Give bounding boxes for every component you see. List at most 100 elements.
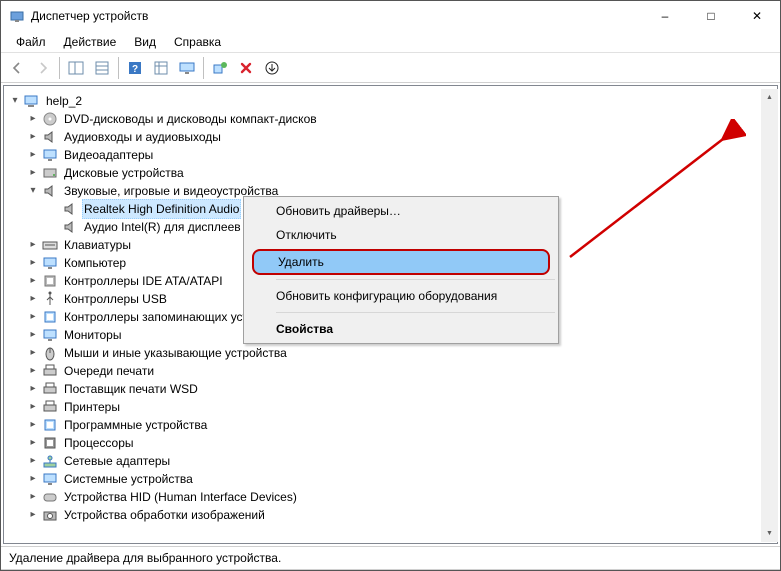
vertical-scrollbar[interactable]: ▲ ▼	[761, 89, 778, 542]
status-text: Удаление драйвера для выбранного устройс…	[9, 551, 281, 565]
expand-icon[interactable]: ▸	[26, 508, 40, 522]
scroll-up-button[interactable]: ▲	[761, 89, 778, 106]
category-software[interactable]: ▸ Программные устройства	[26, 416, 773, 434]
category-label: Принтеры	[62, 398, 122, 416]
separator	[59, 57, 60, 79]
category-printer[interactable]: ▸ Принтеры	[26, 398, 773, 416]
menu-view[interactable]: Вид	[125, 33, 165, 51]
category-dvd[interactable]: ▸ DVD-дисководы и дисководы компакт-диск…	[26, 110, 773, 128]
monitor-icon	[42, 327, 58, 343]
category-disk[interactable]: ▸ Дисковые устройства	[26, 164, 773, 182]
expand-icon[interactable]: ▸	[26, 112, 40, 126]
expand-icon[interactable]: ▸	[26, 310, 40, 324]
expand-icon[interactable]: ▸	[26, 238, 40, 252]
mouse-icon	[42, 345, 58, 361]
expand-icon[interactable]: ▸	[26, 400, 40, 414]
computer-icon	[42, 255, 58, 271]
toolbar-icon-4[interactable]	[149, 56, 173, 80]
storage-icon	[42, 309, 58, 325]
statusbar: Удаление драйвера для выбранного устройс…	[1, 546, 780, 570]
minimize-button[interactable]: –	[642, 1, 688, 31]
category-mouse[interactable]: ▸ Мыши и иные указывающие устройства	[26, 344, 773, 362]
cm-separator	[276, 279, 555, 280]
usb-icon	[42, 291, 58, 307]
expand-icon[interactable]: ▸	[26, 346, 40, 360]
device-label: Realtek High Definition Audio	[82, 199, 241, 219]
separator	[118, 57, 119, 79]
expand-icon[interactable]: ▸	[26, 490, 40, 504]
menu-action[interactable]: Действие	[55, 33, 126, 51]
printq-icon	[42, 363, 58, 379]
cm-properties[interactable]: Свойства	[246, 317, 556, 341]
scroll-down-button[interactable]: ▼	[761, 525, 778, 542]
cm-uninstall[interactable]: Удалить	[254, 251, 548, 273]
expand-icon[interactable]: ▸	[26, 472, 40, 486]
category-system[interactable]: ▸ Системные устройства	[26, 470, 773, 488]
category-label: Компьютер	[62, 254, 128, 272]
collapse-icon[interactable]: ▾	[8, 94, 22, 108]
expand-icon[interactable]: ▸	[26, 436, 40, 450]
device-label: Аудио Intel(R) для дисплеев	[82, 218, 243, 236]
toolbar-icon-1[interactable]	[64, 56, 88, 80]
category-wsd[interactable]: ▸ Поставщик печати WSD	[26, 380, 773, 398]
collapse-icon[interactable]: ▾	[26, 184, 40, 198]
category-hid[interactable]: ▸ Устройства HID (Human Interface Device…	[26, 488, 773, 506]
toolbar-delete-icon[interactable]	[234, 56, 258, 80]
toolbar-help-icon[interactable]: ?	[123, 56, 147, 80]
imaging-icon	[42, 507, 58, 523]
expand-icon[interactable]: ▸	[26, 454, 40, 468]
category-label: Аудиовходы и аудиовыходы	[62, 128, 223, 146]
toolbar-scan-icon[interactable]	[208, 56, 232, 80]
category-video[interactable]: ▸ Видеоадаптеры	[26, 146, 773, 164]
expand-icon[interactable]: ▸	[26, 382, 40, 396]
expand-icon[interactable]: ▸	[26, 292, 40, 306]
svg-text:?: ?	[132, 64, 138, 75]
scroll-track[interactable]	[761, 106, 778, 525]
category-printq[interactable]: ▸ Очереди печати	[26, 362, 773, 380]
net-icon	[42, 453, 58, 469]
menu-file[interactable]: Файл	[7, 33, 55, 51]
category-imaging[interactable]: ▸ Устройства обработки изображений	[26, 506, 773, 524]
separator	[203, 57, 204, 79]
close-button[interactable]: ✕	[734, 1, 780, 31]
expand-icon[interactable]: ▸	[26, 328, 40, 342]
dvd-icon	[42, 111, 58, 127]
back-button[interactable]	[5, 56, 29, 80]
ide-icon	[42, 273, 58, 289]
forward-button[interactable]	[31, 56, 55, 80]
category-label: Мыши и иные указывающие устройства	[62, 344, 289, 362]
hid-icon	[42, 489, 58, 505]
video-icon	[42, 147, 58, 163]
category-label: Программные устройства	[62, 416, 209, 434]
expand-icon[interactable]: ▸	[26, 364, 40, 378]
category-net[interactable]: ▸ Сетевые адаптеры	[26, 452, 773, 470]
category-audio_io[interactable]: ▸ Аудиовходы и аудиовыходы	[26, 128, 773, 146]
expand-icon[interactable]: ▸	[26, 148, 40, 162]
category-label: Системные устройства	[62, 470, 195, 488]
maximize-button[interactable]: □	[688, 1, 734, 31]
audio_io-icon	[42, 129, 58, 145]
toolbar-down-icon[interactable]	[260, 56, 284, 80]
cm-disable[interactable]: Отключить	[246, 223, 556, 247]
category-label: Поставщик печати WSD	[62, 380, 200, 398]
expand-icon[interactable]: ▸	[26, 130, 40, 144]
cm-scan-hardware[interactable]: Обновить конфигурацию оборудования	[246, 284, 556, 308]
toolbar-icon-2[interactable]	[90, 56, 114, 80]
menu-help[interactable]: Справка	[165, 33, 230, 51]
category-cpu[interactable]: ▸ Процессоры	[26, 434, 773, 452]
toolbar-monitor-icon[interactable]	[175, 56, 199, 80]
cm-uninstall-highlight: Удалить	[252, 249, 550, 275]
system-icon	[42, 471, 58, 487]
category-label: Устройства HID (Human Interface Devices)	[62, 488, 299, 506]
cm-update-drivers[interactable]: Обновить драйверы…	[246, 199, 556, 223]
expand-icon[interactable]: ▸	[26, 166, 40, 180]
sound-icon	[42, 183, 58, 199]
category-label: Дисковые устройства	[62, 164, 186, 182]
expand-icon[interactable]: ▸	[26, 256, 40, 270]
realtek-icon	[62, 201, 78, 217]
expand-icon[interactable]: ▸	[26, 274, 40, 288]
app-icon	[9, 8, 25, 24]
expand-icon[interactable]: ▸	[26, 418, 40, 432]
category-label: Очереди печати	[62, 362, 156, 380]
category-label: Сетевые адаптеры	[62, 452, 172, 470]
